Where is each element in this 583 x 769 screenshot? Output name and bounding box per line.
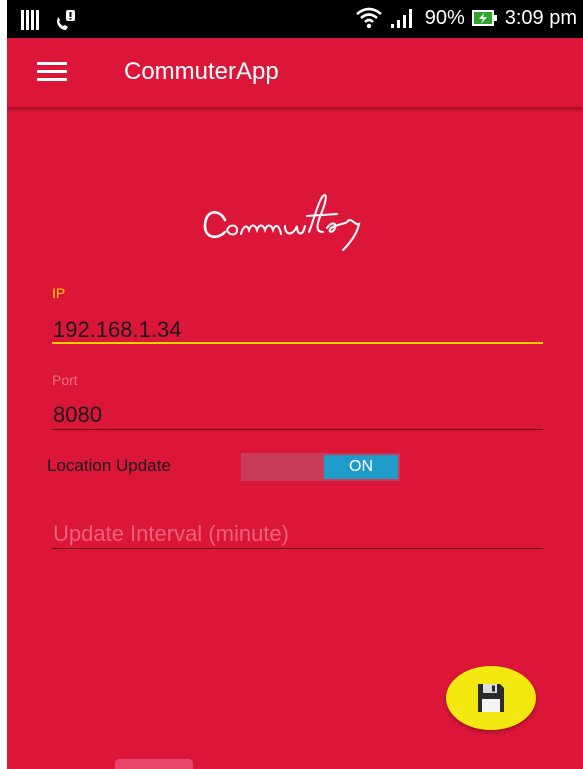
menu-icon[interactable] (37, 62, 67, 84)
port-label: Port (52, 372, 78, 388)
signal-icon (390, 9, 412, 28)
battery-percent: 90% (424, 6, 465, 29)
phone-alert-icon (57, 10, 75, 30)
port-input[interactable] (51, 398, 547, 432)
port-underline (52, 429, 543, 430)
save-icon (478, 684, 504, 712)
update-interval-underline (52, 548, 543, 549)
bottom-tab-peek (115, 759, 193, 769)
clock: 3:09 pm (504, 6, 577, 29)
barcode-icon (21, 10, 39, 30)
commuter-logo (203, 194, 361, 251)
location-update-label: Location Update (47, 456, 171, 475)
location-update-toggle[interactable]: ON (241, 453, 400, 481)
toggle-state-label: ON (324, 455, 398, 479)
app-screen: 90% 3:09 pm CommuterApp IP Port Location… (7, 0, 583, 769)
ip-underline (52, 342, 543, 344)
status-bar-left (21, 8, 77, 32)
ip-label: IP (52, 285, 66, 301)
app-title: CommuterApp (124, 58, 279, 85)
update-interval-input[interactable] (51, 517, 547, 551)
status-bar-right: 90% 3:09 pm (355, 6, 577, 30)
wifi-icon (355, 7, 382, 29)
app-bar: CommuterApp (7, 38, 583, 108)
battery-charging-icon (471, 10, 497, 26)
status-bar: 90% 3:09 pm (7, 0, 583, 38)
save-button[interactable] (446, 666, 536, 730)
